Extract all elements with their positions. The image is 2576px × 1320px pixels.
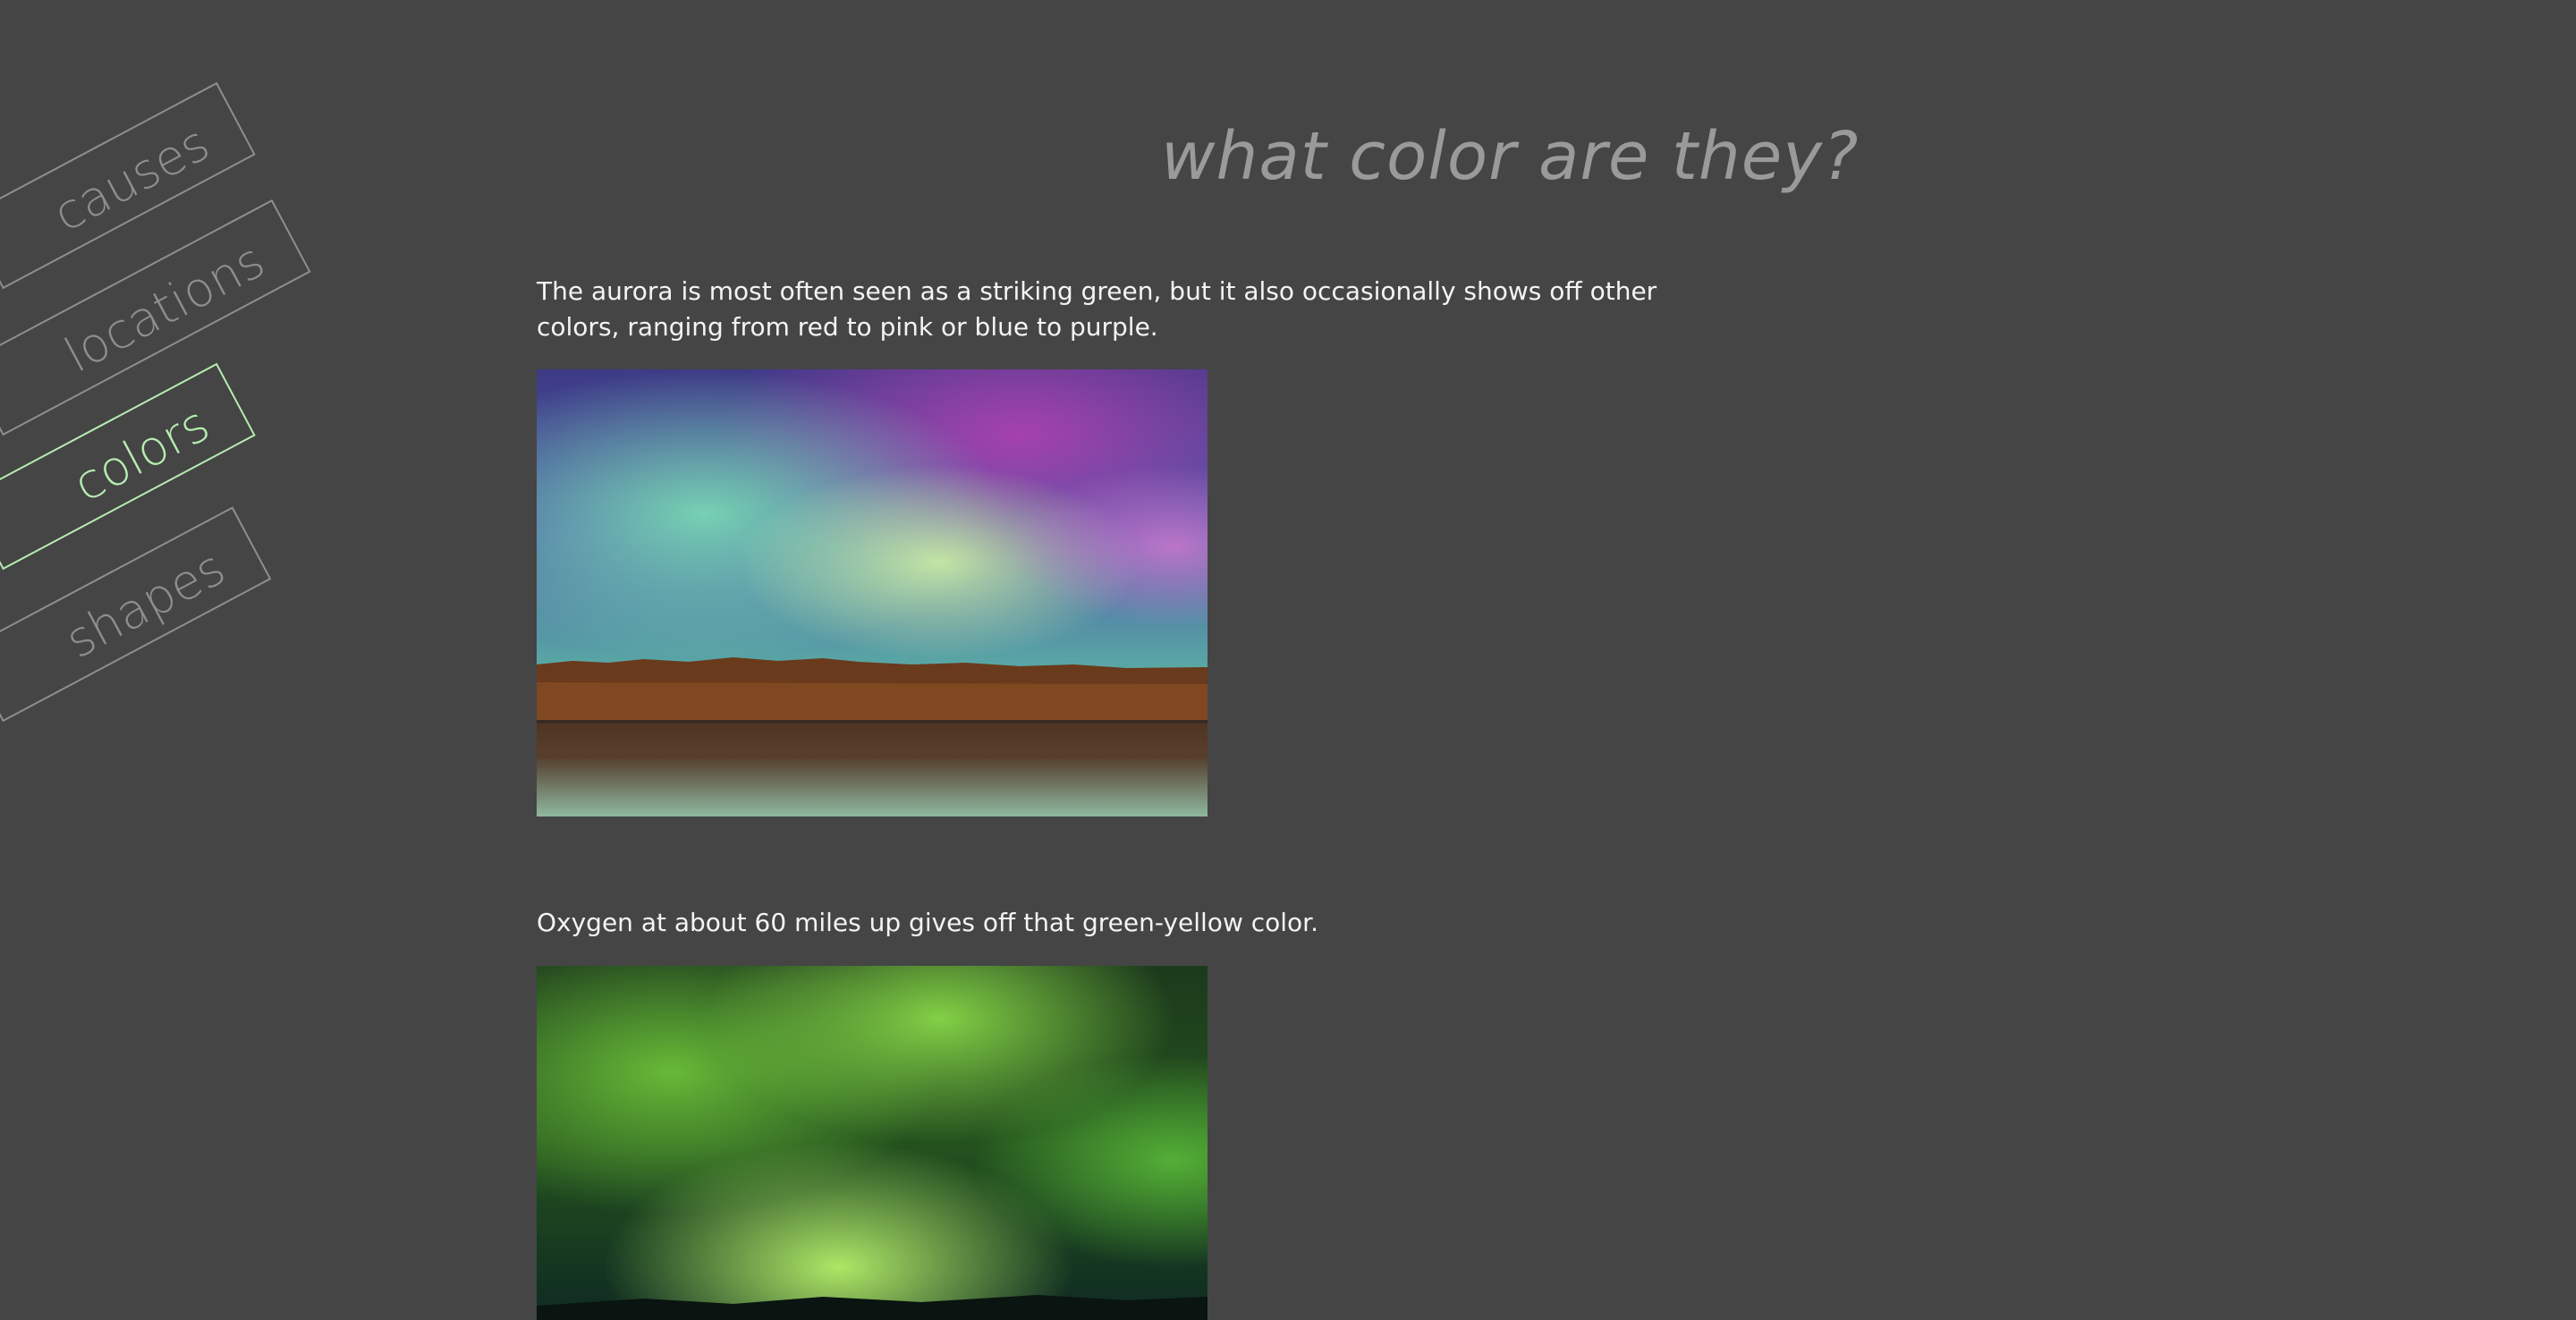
- aurora-multicolor-photo: [537, 369, 1208, 817]
- intro-paragraph: The aurora is most often seen as a strik…: [537, 276, 1657, 342]
- page: causes locations colors shapes what colo…: [0, 0, 2576, 1320]
- page-title: what color are they?: [1161, 118, 1860, 195]
- oxygen-paragraph: Oxygen at about 60 miles up gives off th…: [537, 908, 1319, 937]
- aurora-green-photo: [537, 966, 1208, 1320]
